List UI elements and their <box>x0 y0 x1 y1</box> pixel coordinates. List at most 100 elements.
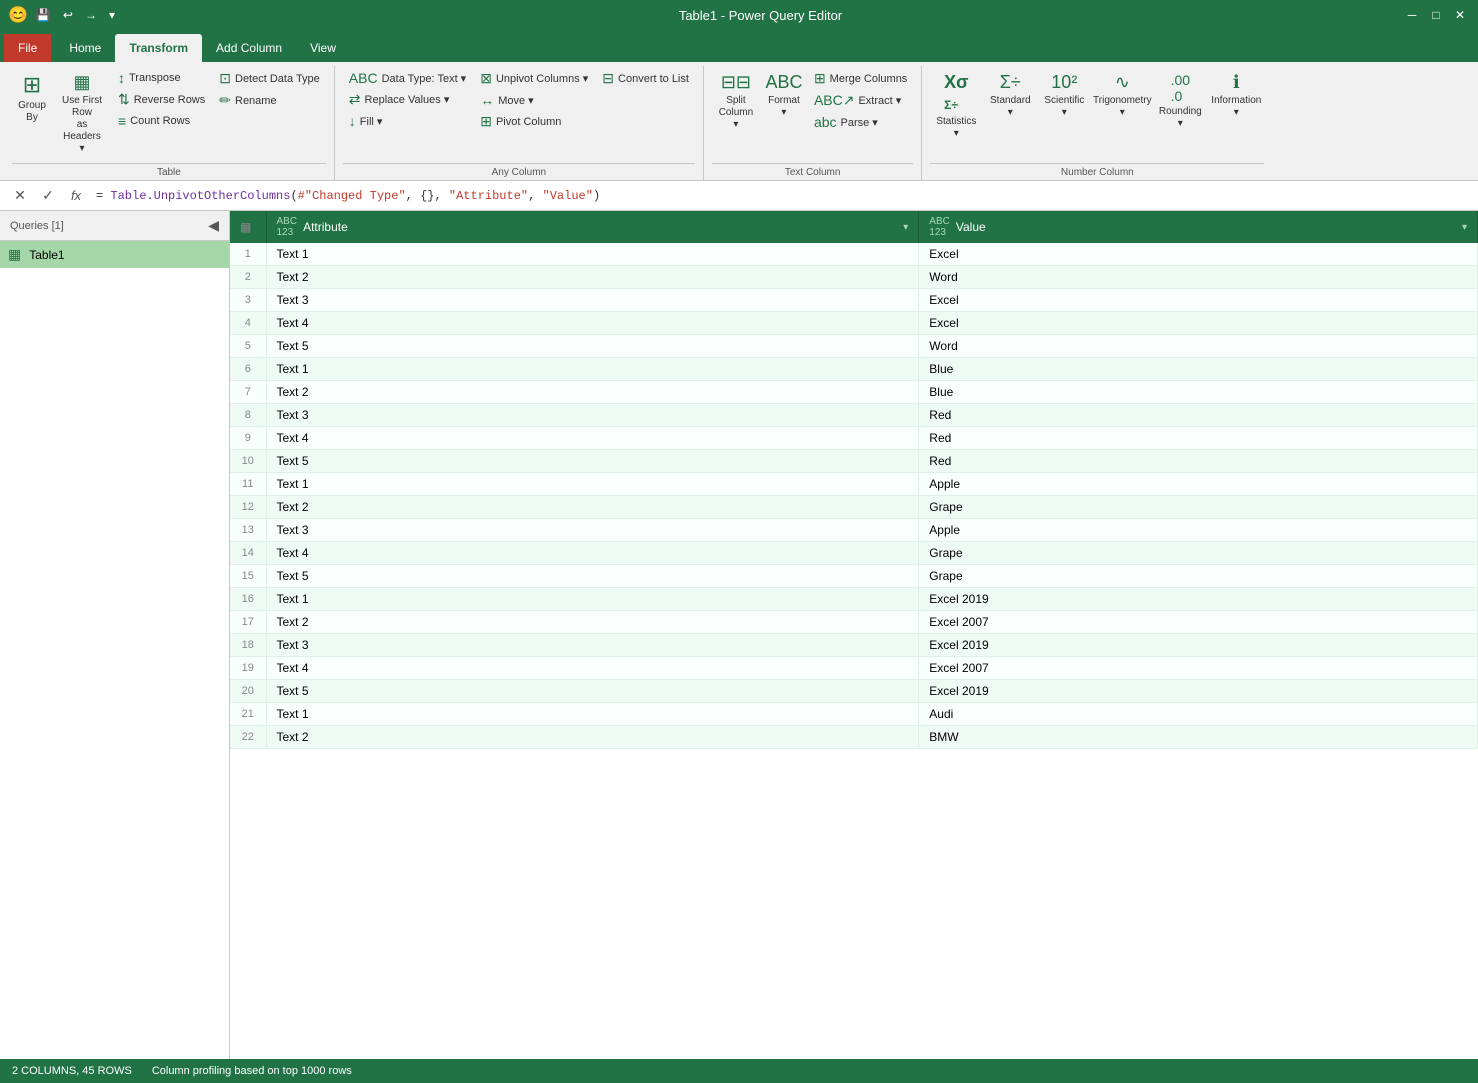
attribute-column-header[interactable]: ABC123 Attribute ▾ <box>266 211 919 243</box>
table-row[interactable]: 17Text 2Excel 2007 <box>230 611 1478 634</box>
attribute-cell[interactable]: Text 2 <box>266 496 919 519</box>
move-button[interactable]: ↔ Move ▾ <box>474 90 594 110</box>
maximize-btn[interactable]: □ <box>1426 5 1446 25</box>
rounding-button[interactable]: .00.0 Rounding ▾ <box>1154 68 1206 134</box>
value-cell[interactable]: BMW <box>919 726 1478 749</box>
value-column-header[interactable]: ABC123 Value ▾ <box>919 211 1478 243</box>
value-cell[interactable]: Red <box>919 427 1478 450</box>
tab-transform[interactable]: Transform <box>115 34 202 62</box>
attribute-cell[interactable]: Text 5 <box>266 335 919 358</box>
table-row[interactable]: 12Text 2Grape <box>230 496 1478 519</box>
merge-columns-button[interactable]: ⊞ Merge Columns <box>808 68 913 89</box>
unpivot-columns-button[interactable]: ⊠ Unpivot Columns ▾ <box>474 68 594 89</box>
value-cell[interactable]: Excel 2019 <box>919 588 1478 611</box>
value-cell[interactable]: Red <box>919 450 1478 473</box>
standard-button[interactable]: Σ÷ Standard ▾ <box>984 68 1036 123</box>
table-row[interactable]: 5Text 5Word <box>230 335 1478 358</box>
attribute-cell[interactable]: Text 5 <box>266 450 919 473</box>
attribute-cell[interactable]: Text 1 <box>266 703 919 726</box>
replace-values-button[interactable]: ⇄ Replace Values ▾ <box>343 89 472 110</box>
table-row[interactable]: 21Text 1Audi <box>230 703 1478 726</box>
value-cell[interactable]: Audi <box>919 703 1478 726</box>
count-rows-button[interactable]: ≡ Count Rows <box>112 111 211 131</box>
information-button[interactable]: ℹ Information ▾ <box>1208 68 1264 123</box>
table-row[interactable]: 10Text 5Red <box>230 450 1478 473</box>
reverse-rows-button[interactable]: ⇅ Reverse Rows <box>112 89 211 110</box>
pivot-column-button[interactable]: ⊞ Pivot Column <box>474 111 594 132</box>
sidebar-collapse-btn[interactable]: ◀ <box>208 217 219 234</box>
minimize-btn[interactable]: ─ <box>1402 5 1422 25</box>
attribute-cell[interactable]: Text 2 <box>266 611 919 634</box>
trigonometry-button[interactable]: ∿ Trigonometry ▾ <box>1092 68 1152 123</box>
value-cell[interactable]: Grape <box>919 496 1478 519</box>
table-row[interactable]: 20Text 5Excel 2019 <box>230 680 1478 703</box>
value-cell[interactable]: Apple <box>919 473 1478 496</box>
statistics-button[interactable]: XσΣ÷ Statistics ▾ <box>930 68 982 144</box>
value-cell[interactable]: Excel 2007 <box>919 657 1478 680</box>
attribute-cell[interactable]: Text 3 <box>266 404 919 427</box>
attribute-cell[interactable]: Text 2 <box>266 381 919 404</box>
tab-add-column[interactable]: Add Column <box>202 34 296 62</box>
cancel-formula-btn[interactable]: ✕ <box>8 184 32 208</box>
table-row[interactable]: 14Text 4Grape <box>230 542 1478 565</box>
value-cell[interactable]: Blue <box>919 381 1478 404</box>
value-cell[interactable]: Excel <box>919 289 1478 312</box>
value-cell[interactable]: Red <box>919 404 1478 427</box>
attribute-cell[interactable]: Text 4 <box>266 542 919 565</box>
value-cell[interactable]: Excel <box>919 312 1478 335</box>
data-type-button[interactable]: ABC Data Type: Text ▾ <box>343 68 472 88</box>
attribute-dropdown[interactable]: ▾ <box>903 222 908 233</box>
attribute-cell[interactable]: Text 1 <box>266 358 919 381</box>
use-first-row-button[interactable]: ▦ Use First Rowas Headers ▾ <box>54 68 110 159</box>
value-cell[interactable]: Grape <box>919 565 1478 588</box>
value-dropdown[interactable]: ▾ <box>1462 222 1467 233</box>
table-row[interactable]: 7Text 2Blue <box>230 381 1478 404</box>
table-row[interactable]: 13Text 3Apple <box>230 519 1478 542</box>
sidebar-item-table1[interactable]: ▦ Table1 <box>0 241 229 268</box>
scientific-button[interactable]: 10² Scientific ▾ <box>1038 68 1090 123</box>
table-row[interactable]: 19Text 4Excel 2007 <box>230 657 1478 680</box>
fill-button[interactable]: ↓ Fill ▾ <box>343 111 472 131</box>
tab-file[interactable]: File <box>4 34 51 62</box>
transpose-button[interactable]: ↕ Transpose <box>112 68 211 88</box>
close-btn[interactable]: ✕ <box>1450 5 1470 25</box>
table-row[interactable]: 11Text 1Apple <box>230 473 1478 496</box>
table-row[interactable]: 15Text 5Grape <box>230 565 1478 588</box>
attribute-cell[interactable]: Text 4 <box>266 312 919 335</box>
parse-button[interactable]: abc Parse ▾ <box>808 112 913 132</box>
extract-button[interactable]: ABC↗ Extract ▾ <box>808 90 913 111</box>
table-row[interactable]: 22Text 2BMW <box>230 726 1478 749</box>
tab-home[interactable]: Home <box>55 34 115 62</box>
attribute-cell[interactable]: Text 4 <box>266 657 919 680</box>
split-column-button[interactable]: ⊟⊟ SplitColumn ▾ <box>712 68 760 135</box>
attribute-cell[interactable]: Text 4 <box>266 427 919 450</box>
table-row[interactable]: 16Text 1Excel 2019 <box>230 588 1478 611</box>
formula-input[interactable]: = Table.UnpivotOtherColumns(#"Changed Ty… <box>96 189 1470 203</box>
undo-btn[interactable]: ↩ <box>59 6 77 24</box>
tab-view[interactable]: View <box>296 34 350 62</box>
table-row[interactable]: 3Text 3Excel <box>230 289 1478 312</box>
value-cell[interactable]: Apple <box>919 519 1478 542</box>
value-cell[interactable]: Excel 2019 <box>919 680 1478 703</box>
table-row[interactable]: 9Text 4Red <box>230 427 1478 450</box>
confirm-formula-btn[interactable]: ✓ <box>36 184 60 208</box>
fx-button[interactable]: fx <box>64 184 88 208</box>
attribute-cell[interactable]: Text 1 <box>266 588 919 611</box>
value-cell[interactable]: Excel <box>919 243 1478 266</box>
table-row[interactable]: 6Text 1Blue <box>230 358 1478 381</box>
dropdown-btn[interactable]: ▾ <box>105 6 119 24</box>
save-btn[interactable]: 💾 <box>32 6 55 24</box>
detect-data-type-button[interactable]: ⊡ Detect Data Type <box>213 68 326 89</box>
table-row[interactable]: 2Text 2Word <box>230 266 1478 289</box>
rename-button[interactable]: ✏ Rename <box>213 90 326 111</box>
attribute-cell[interactable]: Text 3 <box>266 519 919 542</box>
attribute-cell[interactable]: Text 2 <box>266 266 919 289</box>
attribute-cell[interactable]: Text 1 <box>266 473 919 496</box>
redo-btn[interactable]: → <box>81 6 101 24</box>
table-row[interactable]: 4Text 4Excel <box>230 312 1478 335</box>
attribute-cell[interactable]: Text 3 <box>266 289 919 312</box>
data-area[interactable]: ▦ ABC123 Attribute ▾ ABC123 Value <box>230 211 1478 1059</box>
value-cell[interactable]: Excel 2007 <box>919 611 1478 634</box>
value-cell[interactable]: Grape <box>919 542 1478 565</box>
attribute-cell[interactable]: Text 1 <box>266 243 919 266</box>
